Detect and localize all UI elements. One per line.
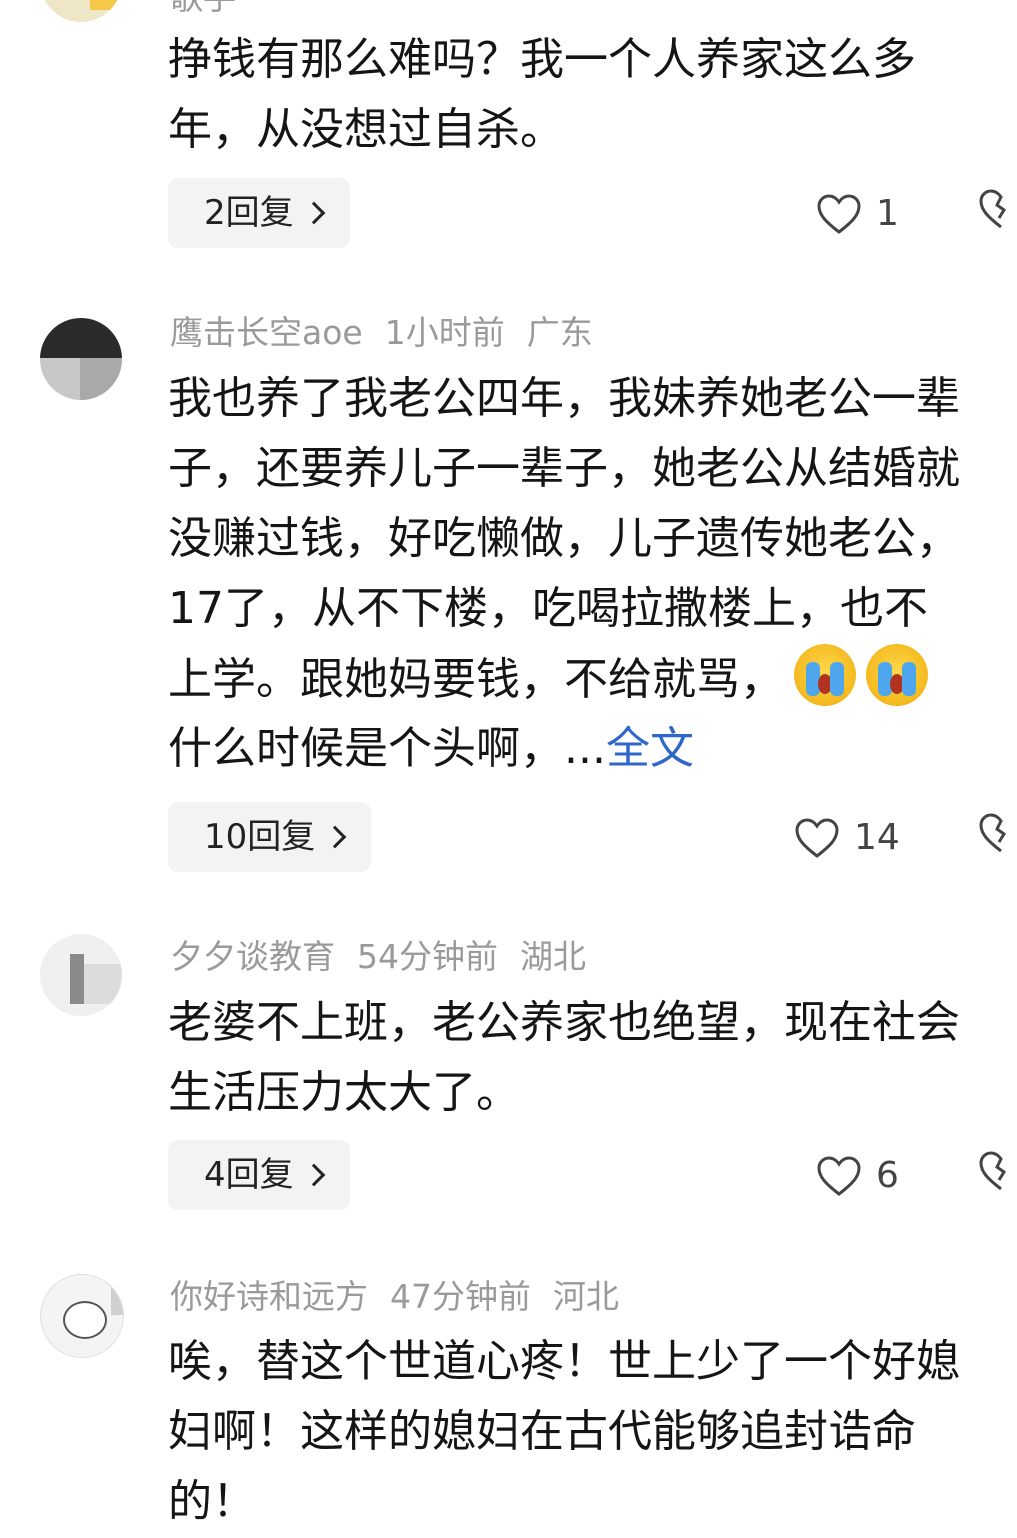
avatar[interactable] [40, 318, 122, 400]
comment-text: 唉，替这个世道心疼！世上少了一个好媳 妇啊！这样的媳妇在古代能够追封诰命 的！ [168, 1327, 1017, 1537]
comment-line: 的！ [168, 1476, 256, 1527]
comment-line: 年，从没想过自杀。 [168, 104, 564, 155]
comment-line: 生活压力太大了。 [168, 1067, 520, 1118]
comment-line: 子，还要养儿子一辈子，她老公从结婚就 [168, 443, 960, 494]
comment-text: 挣钱有那么难吗？我一个人养家这么多 年，从没想过自杀。 [168, 25, 1017, 165]
comment-line: 唉，替这个世道心疼！世上少了一个好媳 [168, 1336, 960, 1387]
comment-time: 1小时前 [384, 313, 505, 352]
comment-line-text: 什么时候是个头啊，... [168, 723, 606, 774]
avatar[interactable] [40, 934, 122, 1016]
comment-time: 54分钟前 [357, 937, 498, 976]
like-count: 14 [854, 817, 900, 858]
username[interactable]: 鹰击长空aoe [170, 313, 363, 352]
reply-label: 4回复 [204, 1155, 294, 1195]
comment-line-with-link: 什么时候是个头啊，...全文 [168, 714, 1017, 784]
heart-outline-icon [817, 1156, 861, 1196]
chevron-right-icon [323, 825, 347, 849]
comment-meta: 鹰击长空aoe 1小时前 广东 [170, 313, 615, 353]
comment-line: 妇啊！这样的媳妇在古代能够追封诰命 [168, 1406, 916, 1457]
reply-label: 10回复 [204, 817, 316, 857]
comment-meta: 你好诗和远方 47分钟前 河北 [170, 1277, 641, 1317]
comment-text: 老婆不上班，老公养家也绝望，现在社会 生活压力太大了。 [168, 988, 1017, 1128]
chevron-right-icon [302, 201, 325, 225]
reply-button[interactable]: 10回复 [168, 802, 372, 872]
comment-location: 湖北 [520, 937, 586, 976]
comment-line-text: 上学。跟她妈要钱，不给就骂， [168, 654, 784, 705]
comment-text: 我也养了我老公四年，我妹养她老公一辈 子，还要养儿子一辈子，她老公从结婚就 没赚… [168, 364, 1017, 784]
avatar[interactable] [40, 1274, 124, 1358]
broken-heart-icon [979, 189, 1007, 229]
like-button[interactable]: 6 [816, 1150, 899, 1200]
dislike-button[interactable] [978, 188, 1017, 238]
dislike-button[interactable] [978, 812, 1017, 862]
username[interactable]: 歌手 [170, 0, 236, 17]
comment-line: 17了，从不下楼，吃喝拉撒楼上，也不 [168, 583, 928, 634]
dislike-button[interactable] [978, 1150, 1017, 1200]
heart-outline-icon [795, 818, 839, 858]
like-button[interactable]: 1 [816, 188, 899, 238]
comment-meta: 夕夕谈教育 54分钟前 湖北 [170, 937, 608, 977]
comment-line-with-emoji: 上学。跟她妈要钱，不给就骂， [168, 644, 1017, 714]
like-count: 1 [876, 193, 899, 234]
username[interactable]: 夕夕谈教育 [170, 937, 335, 976]
comment-meta: 歌手 [170, 0, 258, 18]
broken-heart-icon [979, 1151, 1007, 1191]
heart-outline-icon [817, 194, 861, 234]
crying-face-emoji [866, 644, 928, 706]
like-button[interactable]: 14 [794, 812, 900, 862]
reply-button[interactable]: 2回复 [168, 178, 350, 248]
comment-location: 广东 [526, 313, 593, 352]
crying-face-emoji [794, 644, 856, 706]
comment-line: 没赚过钱，好吃懒做，儿子遗传她老公， [168, 513, 960, 564]
comment-line: 挣钱有那么难吗？我一个人养家这么多 [168, 34, 916, 85]
reply-label: 2回复 [204, 193, 294, 233]
comment-time: 47分钟前 [390, 1277, 531, 1316]
comment-location: 河北 [553, 1277, 619, 1316]
comment-line: 老婆不上班，老公养家也绝望，现在社会 [168, 997, 960, 1048]
broken-heart-icon [979, 813, 1007, 853]
username[interactable]: 你好诗和远方 [170, 1277, 368, 1316]
chevron-right-icon [302, 1163, 325, 1187]
like-count: 6 [876, 1155, 899, 1196]
comment-line: 我也养了我老公四年，我妹养她老公一辈 [168, 373, 960, 424]
reply-button[interactable]: 4回复 [168, 1140, 350, 1210]
full-text-link[interactable]: 全文 [606, 723, 694, 774]
avatar[interactable] [40, 0, 122, 22]
